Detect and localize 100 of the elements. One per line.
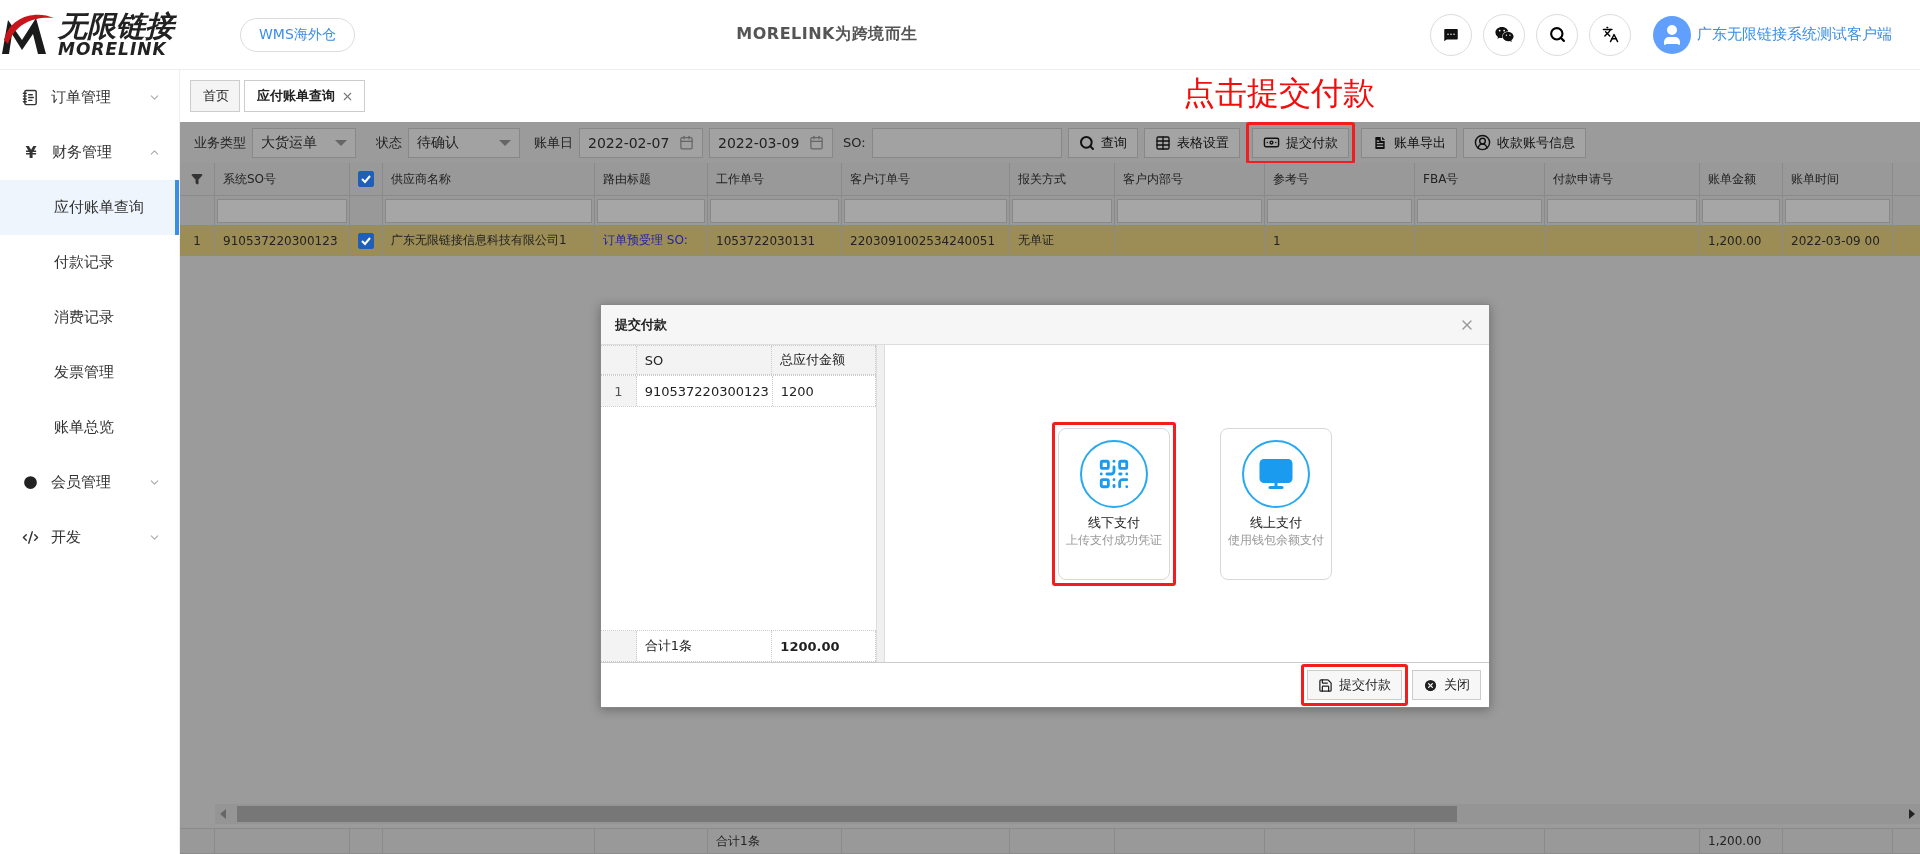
search-icon	[1078, 134, 1095, 151]
column-header[interactable]: FBA号	[1415, 163, 1545, 195]
sidebar-item[interactable]: 订单管理	[0, 70, 179, 125]
filter-input-field[interactable]	[1417, 198, 1542, 223]
column-header[interactable]: 报关方式	[1010, 163, 1115, 195]
filter-input-field[interactable]	[597, 198, 705, 223]
option-subtitle: 上传支付成功凭证	[1066, 531, 1162, 549]
option-title: 线下支付	[1088, 513, 1140, 532]
column-header[interactable]: 客户内部号	[1115, 163, 1265, 195]
column-header[interactable]: 供应商名称	[383, 163, 595, 195]
filter-label: 业务类型	[194, 133, 246, 152]
scrollbar-drawing[interactable]	[215, 804, 1920, 824]
slogan-text: MORELINK为跨境而生	[735, 24, 919, 45]
tab[interactable]: 应付账单查询	[244, 80, 365, 112]
sidebar-item[interactable]: 会员管理	[0, 455, 179, 510]
table-cell: 910537220300123	[223, 233, 338, 248]
option-title: 线上支付	[1250, 513, 1302, 532]
toolbar-button[interactable]: 提交付款	[1251, 127, 1349, 158]
calendar-icon	[809, 135, 824, 150]
row-number: 1	[601, 376, 637, 406]
filter-input-field[interactable]	[1117, 198, 1262, 223]
table-cell: 1053722030131	[716, 233, 816, 248]
checkbox[interactable]	[358, 171, 374, 187]
table-cell: 910537220300123	[636, 376, 773, 406]
calendar-icon	[679, 135, 694, 150]
save-icon	[1318, 677, 1333, 693]
checkbox[interactable]	[358, 232, 374, 249]
summary-cell: 1200.00	[772, 631, 876, 661]
column-header[interactable]: 付款申请号	[1545, 163, 1700, 195]
logo-subtext: MORELINK	[58, 40, 167, 58]
table-cell: 1200	[772, 376, 876, 406]
filter-input-field[interactable]	[1702, 198, 1780, 223]
toolbar-button[interactable]: 表格设置	[1143, 127, 1240, 158]
filter-input-field[interactable]	[385, 198, 592, 223]
filter-label: SO:	[843, 135, 866, 150]
option-subtitle: 使用钱包余额支付	[1228, 531, 1324, 549]
status-select[interactable]: 待确认	[408, 127, 520, 158]
message-button[interactable]	[1430, 13, 1472, 56]
code-icon	[22, 529, 39, 546]
table-cell: 无单证	[1018, 232, 1054, 249]
splitter-bar[interactable]	[877, 345, 885, 662]
so-input-field[interactable]	[871, 127, 1062, 158]
search-button[interactable]	[1536, 13, 1578, 56]
dialog-button[interactable]: 关闭	[1412, 670, 1481, 700]
column-header[interactable]: 路由标题	[595, 163, 708, 195]
close-icon	[1423, 677, 1438, 693]
column-header[interactable]: 参考号	[1265, 163, 1415, 195]
filter-input-field[interactable]	[844, 198, 1007, 223]
column-header[interactable]: 工作单号	[708, 163, 842, 195]
language-button[interactable]	[1589, 13, 1631, 56]
toolbar-button[interactable]: 查询	[1067, 127, 1138, 158]
avatar[interactable]	[1653, 15, 1691, 54]
table-cell: 2022-03-09 00	[1791, 233, 1880, 248]
payment-option-card[interactable]: 线下支付 上传支付成功凭证	[1058, 427, 1170, 580]
filter-icon[interactable]	[191, 173, 203, 185]
toolbar-button[interactable]: 收款账号信息	[1462, 127, 1586, 158]
filter-input-field[interactable]	[217, 198, 347, 223]
column-header: SO	[636, 346, 773, 374]
filter-input-field[interactable]	[710, 198, 839, 223]
column-header[interactable]: 客户订单号	[842, 163, 1010, 195]
date-from-field[interactable]: 2022-02-07	[579, 127, 703, 158]
filter-input-field[interactable]	[1267, 198, 1412, 223]
wechat-icon	[1494, 25, 1514, 44]
search-icon	[1548, 26, 1566, 43]
business-type-select[interactable]: 大货运单	[252, 127, 356, 158]
filter-label: 账单日	[534, 133, 573, 152]
wechat-button[interactable]	[1483, 13, 1525, 56]
summary-cell: 合计1条	[716, 832, 760, 850]
user-name[interactable]: 广东无限链接系统测试客户端	[1697, 25, 1892, 44]
sidebar-item[interactable]: 开发	[0, 510, 179, 565]
table-icon	[1154, 134, 1171, 151]
tab[interactable]: 首页	[190, 80, 240, 112]
sidebar-subitem[interactable]: 发票管理	[0, 345, 179, 400]
filter-input-field[interactable]	[1012, 198, 1112, 223]
date-to-field[interactable]: 2022-03-09	[709, 127, 833, 158]
column-header[interactable]: 账单金额	[1700, 163, 1783, 195]
filter-label: 状态	[376, 133, 402, 152]
table-row[interactable]: 1 910537220300123 广东无限链接信息科技有限公司1 订单预受理 SO: 1053722030131 2203091002534240051 无单证 1 1,200.00 2022-03-09 00	[180, 226, 1920, 256]
sidebar-subitem[interactable]: 应付账单查询	[0, 180, 179, 235]
table-cell: 1,200.00	[1708, 233, 1762, 248]
sidebar-subitem[interactable]: 付款记录	[0, 235, 179, 290]
filter-input-field[interactable]	[1547, 198, 1697, 223]
translate-icon	[1601, 26, 1619, 43]
toolbar-button[interactable]: 账单导出	[1360, 127, 1457, 158]
sidebar-item[interactable]: ¥ 财务管理	[0, 125, 179, 180]
column-header[interactable]: 系统SO号	[215, 163, 350, 195]
sidebar-subitem[interactable]: 账单总览	[0, 400, 179, 455]
warehouse-button[interactable]: WMS海外仓	[240, 17, 355, 52]
yen-icon: ¥	[22, 143, 40, 162]
annotation-text: 点击提交付款	[1183, 73, 1375, 114]
payment-option-card[interactable]: 线上支付 使用钱包余额支付	[1220, 427, 1332, 580]
column-header[interactable]: 账单时间	[1783, 163, 1893, 195]
summary-cell: 合计1条	[636, 631, 773, 661]
dialog-title: 提交付款	[615, 315, 667, 334]
dialog-button[interactable]: 提交付款	[1307, 670, 1402, 700]
row-number: 1	[180, 226, 215, 255]
table-cell: 广东无限链接信息科技有限公司1	[391, 232, 567, 249]
sidebar-subitem[interactable]: 消费记录	[0, 290, 179, 345]
column-header: 总应付金额	[772, 346, 876, 374]
filter-input-field[interactable]	[1785, 198, 1890, 223]
